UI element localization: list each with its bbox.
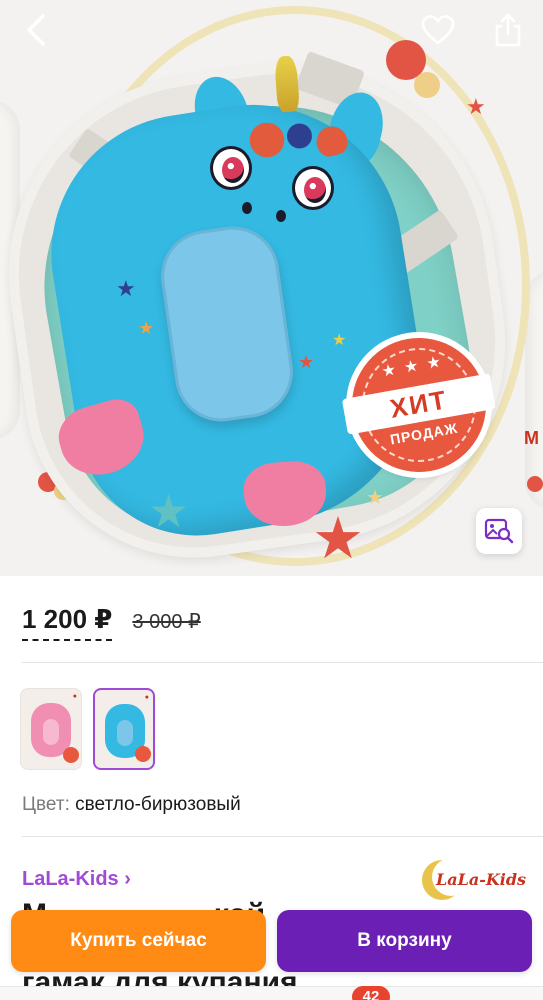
divider xyxy=(22,836,543,837)
variant-badge xyxy=(63,747,79,763)
price-row: 1 200 ₽ 3 000 ₽ xyxy=(22,604,201,641)
decor-star: ★ xyxy=(366,487,384,509)
current-price[interactable]: 1 200 ₽ xyxy=(22,604,113,641)
favorite-button[interactable] xyxy=(416,8,460,52)
variant-badge xyxy=(135,746,151,762)
next-image-peek-dot xyxy=(527,476,543,492)
unicorn-eye xyxy=(210,146,252,190)
decor-star: ★ xyxy=(148,485,190,537)
unicorn-nostril xyxy=(242,202,252,214)
color-option: Цвет: светло-бирюзовый xyxy=(22,794,241,816)
share-button[interactable] xyxy=(486,8,530,52)
variant-thumbnail-turquoise[interactable]: ● xyxy=(93,688,155,770)
image-search-icon xyxy=(484,518,514,544)
variant-thumbnail-pink[interactable]: ● xyxy=(20,688,82,770)
variant-logo: ● xyxy=(144,694,149,701)
add-to-cart-button[interactable]: В корзину xyxy=(277,910,532,972)
brand-link[interactable]: LaLa-Kids › xyxy=(22,868,131,891)
decor-star: ★ xyxy=(332,332,347,349)
cart-count-badge: 42 xyxy=(352,986,390,1000)
variant-turquoise-mesh xyxy=(117,720,133,746)
color-value: светло-бирюзовый xyxy=(75,794,241,815)
divider xyxy=(22,662,543,663)
variant-logo: ● xyxy=(72,693,77,700)
unicorn-eye xyxy=(292,166,334,210)
buy-now-button[interactable]: Купить сейчас xyxy=(11,910,266,972)
unicorn-nostril xyxy=(276,210,286,222)
decor-star: ★ xyxy=(116,276,136,301)
variant-pink-mesh xyxy=(43,719,59,745)
decor-star: ★ xyxy=(466,94,486,119)
brand-logo-text: LaLa-Kids xyxy=(436,870,527,889)
old-price: 3 000 ₽ xyxy=(132,611,201,633)
product-image-gallery[interactable]: M ★ ★ ★ ★ ★ ★ ★ ★ ★ ★ ★ ХИТ ПРОДАЖ xyxy=(0,0,543,576)
share-icon xyxy=(495,13,521,47)
decor-dot xyxy=(414,72,440,98)
color-label: Цвет: xyxy=(22,794,70,815)
next-image-peek-text: M xyxy=(524,428,539,448)
chevron-left-icon xyxy=(27,14,45,46)
image-search-button[interactable] xyxy=(476,508,522,554)
badge-hit-text: ХИТ xyxy=(387,383,450,424)
tab-bar xyxy=(0,986,543,1000)
decor-star: ★ xyxy=(298,352,315,372)
decor-star: ★ xyxy=(312,506,364,571)
heart-icon xyxy=(421,15,455,45)
decor-star: ★ xyxy=(138,318,155,338)
back-button[interactable] xyxy=(14,8,58,52)
